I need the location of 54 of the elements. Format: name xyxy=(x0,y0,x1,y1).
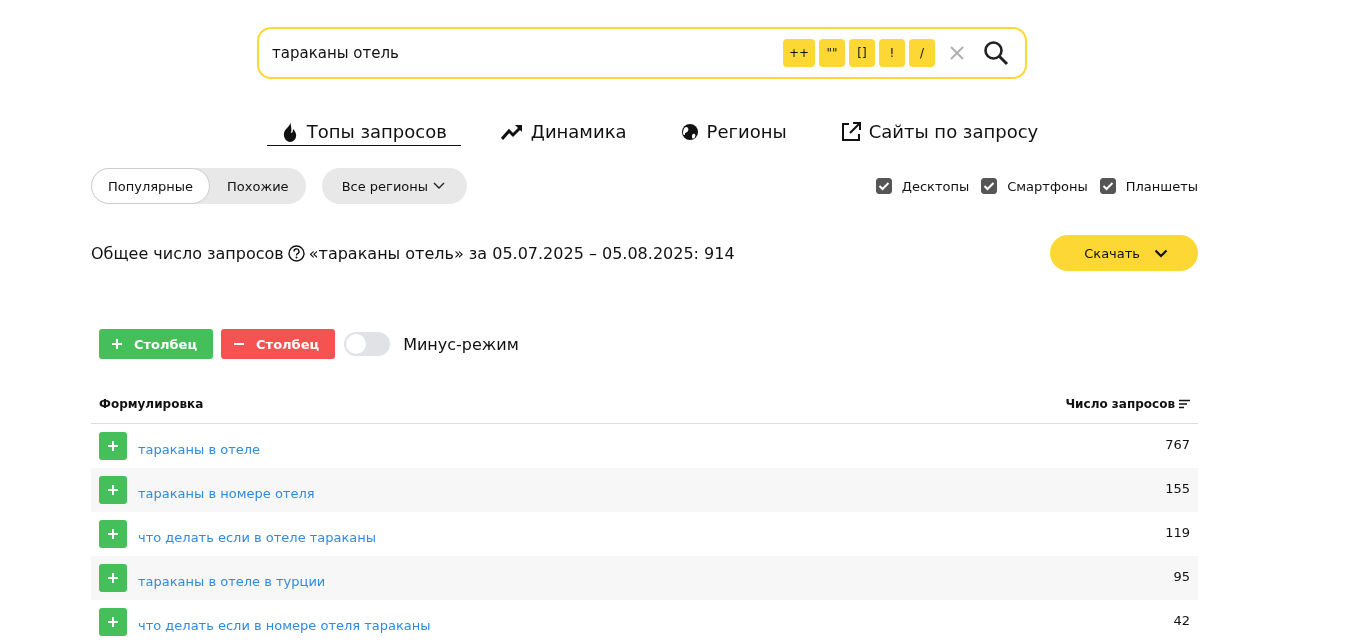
toggle-switch[interactable] xyxy=(344,332,391,356)
search-icon[interactable] xyxy=(983,40,1009,66)
table-cell: 767 xyxy=(1165,436,1190,452)
checkbox-label: Планшеты xyxy=(1125,178,1198,194)
column-header: Формулировка xyxy=(99,397,204,411)
add-button[interactable] xyxy=(99,564,127,592)
add-button[interactable] xyxy=(99,520,127,548)
region-dropdown[interactable]: Все регионы xyxy=(321,168,468,204)
plus-icon xyxy=(107,528,119,540)
tab[interactable]: Динамика xyxy=(486,121,641,146)
checkbox[interactable] xyxy=(875,178,892,194)
operator-button[interactable]: ++ xyxy=(782,39,815,67)
tab[interactable]: Топы запросов xyxy=(266,121,461,146)
globe-icon xyxy=(680,122,699,141)
query-link[interactable]: тараканы в отеле xyxy=(138,441,261,457)
checkbox-label: Смартфоны xyxy=(1007,178,1088,194)
close-icon[interactable] xyxy=(949,45,965,61)
query-link[interactable]: что делать если в номере отеля тараканы xyxy=(138,617,431,633)
operator-button[interactable]: / xyxy=(909,39,935,67)
operator-button[interactable]: ! xyxy=(879,39,905,67)
add-button[interactable] xyxy=(99,476,127,504)
column-header[interactable]: Число запросов xyxy=(1065,397,1175,411)
chevron-down-icon xyxy=(433,182,446,190)
search-field[interactable]: тараканы отель ++ "" [] ! / xyxy=(257,27,1027,79)
tab[interactable]: Сайты по запросу xyxy=(826,121,1053,146)
operator-button[interactable]: "" xyxy=(819,39,845,67)
plus-icon xyxy=(111,338,123,350)
trend-arrow-icon xyxy=(500,123,523,140)
table-cell: 155 xyxy=(1165,480,1190,496)
summary-label: Общее число запросов xyxy=(91,243,284,263)
segment-button[interactable]: Популярные xyxy=(91,168,211,204)
table-cell: 95 xyxy=(1173,568,1190,584)
external-link-icon xyxy=(840,121,861,142)
checkbox[interactable] xyxy=(981,178,998,194)
plus-icon xyxy=(107,572,119,584)
add-button[interactable] xyxy=(99,432,127,460)
summary-text: «тараканы отель» за 05.07.2025 – 05.08.2025: 914 xyxy=(308,243,735,263)
add-button[interactable] xyxy=(99,608,127,636)
sort-icon[interactable] xyxy=(1179,399,1190,409)
download-button[interactable]: Скачать xyxy=(1050,235,1198,271)
tab[interactable]: Регионы xyxy=(666,121,801,146)
plus-icon xyxy=(107,440,119,452)
plus-icon xyxy=(107,616,119,628)
checkbox-label: Десктопы xyxy=(901,178,970,194)
table-cell: 42 xyxy=(1173,612,1190,628)
toggle-label: Минус-режим xyxy=(403,334,519,354)
chevron-down-icon xyxy=(1154,248,1168,258)
operator-button[interactable]: [] xyxy=(849,39,875,67)
segment-button[interactable]: Похожие xyxy=(210,168,306,204)
help-icon[interactable] xyxy=(287,244,305,262)
checkbox[interactable] xyxy=(1099,178,1116,194)
table-cell: 119 xyxy=(1165,524,1190,540)
query-link[interactable]: что делать если в отеле тараканы xyxy=(138,529,377,545)
plus-icon xyxy=(107,484,119,496)
